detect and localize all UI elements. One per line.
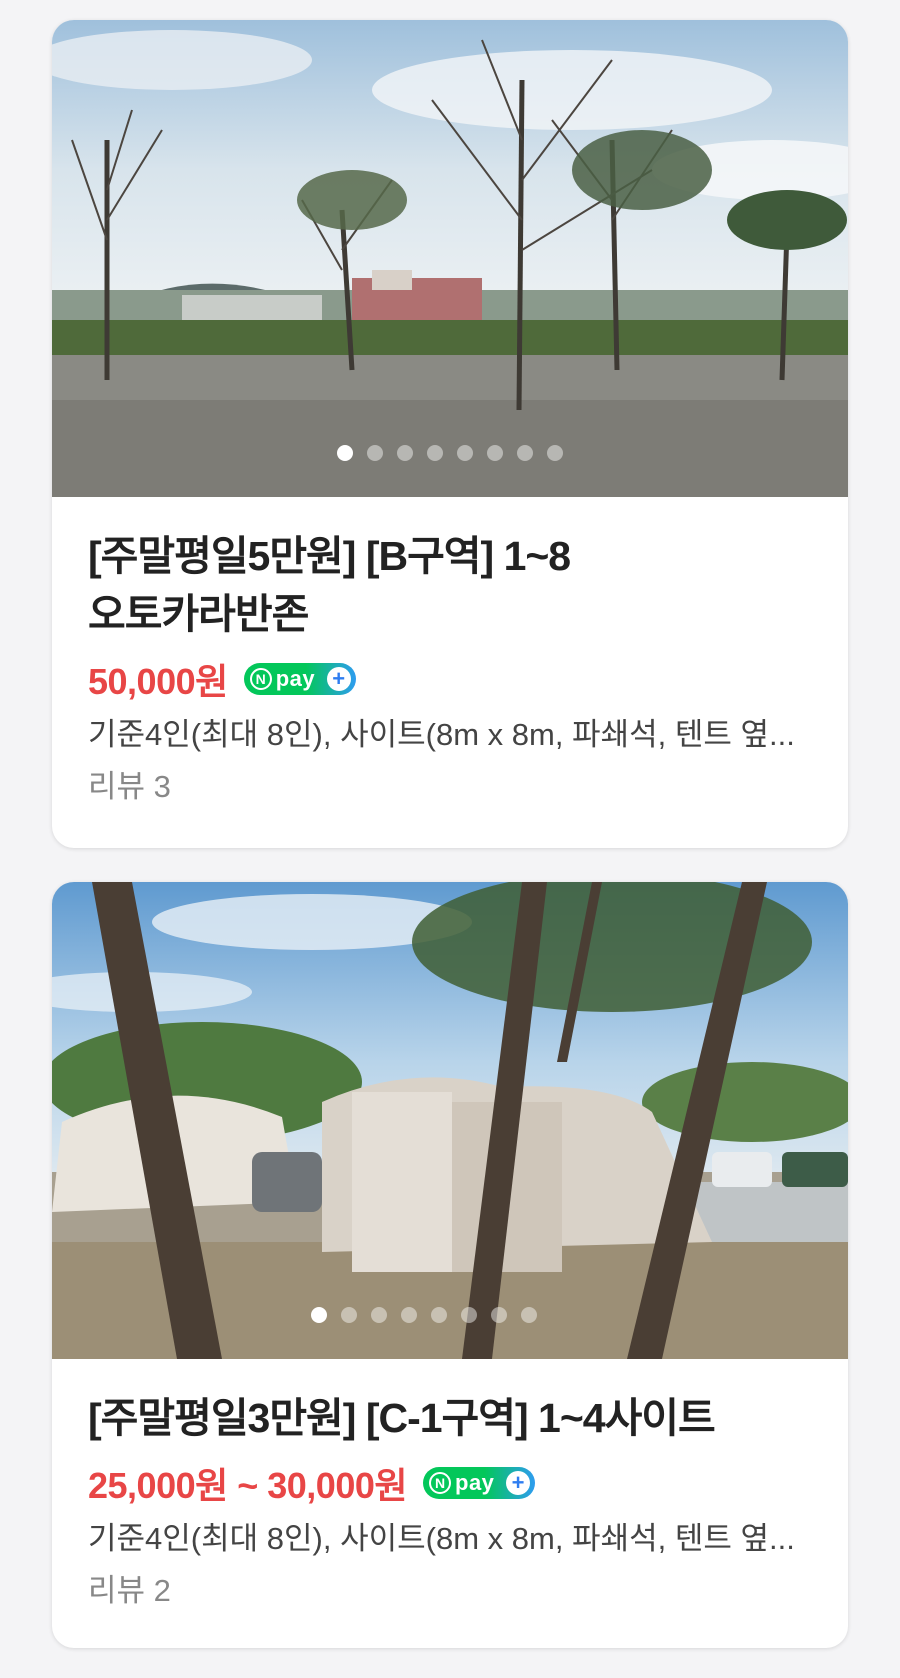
plus-icon: + xyxy=(326,667,351,691)
review-count[interactable]: 리뷰 3 xyxy=(88,765,812,809)
carousel-dot[interactable] xyxy=(491,1307,507,1323)
listing-description: 기준4인(최대 8인), 사이트(8m x 8m, 파쇄석, 텐트 옆... xyxy=(88,1521,795,1556)
plus-icon: + xyxy=(506,1471,530,1495)
carousel-dot[interactable] xyxy=(457,445,473,461)
carousel-dot[interactable] xyxy=(397,445,413,461)
carousel-dot[interactable] xyxy=(401,1307,417,1323)
carousel-dot[interactable] xyxy=(487,445,503,461)
listing-info: [주말평일5만원] [B구역] 1~8 오토카라반존 50,000원 N pay… xyxy=(52,497,848,809)
listing-photo-carousel[interactable] xyxy=(52,20,848,497)
npay-label: pay xyxy=(275,666,316,691)
carousel-dot[interactable] xyxy=(367,445,383,461)
carousel-indicator xyxy=(52,445,848,461)
listing-price: 25,000원 ~ 30,000원 xyxy=(88,1465,408,1506)
listing-title-line: [주말평일3만원] [C-1구역] 1~4사이트 xyxy=(88,1395,716,1441)
carousel-dot[interactable] xyxy=(461,1307,477,1323)
review-count[interactable]: 리뷰 2 xyxy=(88,1569,812,1613)
carousel-dot[interactable] xyxy=(311,1307,327,1323)
carousel-dot[interactable] xyxy=(547,445,563,461)
listing-description: 기준4인(최대 8인), 사이트(8m x 8m, 파쇄석, 텐트 옆... xyxy=(88,717,795,752)
carousel-dot[interactable] xyxy=(371,1307,387,1323)
carousel-dot[interactable] xyxy=(431,1307,447,1323)
listing-title-line: 오토카라반존 xyxy=(88,591,309,637)
price-row: 50,000원 N pay + xyxy=(88,653,812,705)
naver-n-icon: N xyxy=(249,668,272,690)
campsite-photo xyxy=(52,882,848,1359)
carousel-dot[interactable] xyxy=(337,445,353,461)
npay-badge: N pay + xyxy=(423,1467,535,1499)
listing-card[interactable]: [주말평일5만원] [B구역] 1~8 오토카라반존 50,000원 N pay… xyxy=(52,20,848,848)
listing-title-line: [주말평일5만원] [B구역] 1~8 xyxy=(88,533,571,579)
listing-title[interactable]: [주말평일3만원] [C-1구역] 1~4사이트 xyxy=(88,1389,812,1447)
carousel-dot[interactable] xyxy=(517,445,533,461)
carousel-dot[interactable] xyxy=(341,1307,357,1323)
naver-n-icon: N xyxy=(429,1472,451,1494)
npay-label: pay xyxy=(455,1470,495,1495)
listing-title[interactable]: [주말평일5만원] [B구역] 1~8 오토카라반존 xyxy=(88,527,812,643)
campsite-photo xyxy=(52,20,848,497)
listing-price: 50,000원 xyxy=(88,661,228,702)
listing-card[interactable]: [주말평일3만원] [C-1구역] 1~4사이트 25,000원 ~ 30,00… xyxy=(52,882,848,1648)
price-row: 25,000원 ~ 30,000원 N pay + xyxy=(88,1457,812,1509)
carousel-indicator xyxy=(52,1307,822,1323)
carousel-dot[interactable] xyxy=(521,1307,537,1323)
carousel-dot[interactable] xyxy=(427,445,443,461)
listing-photo-carousel[interactable] xyxy=(52,882,848,1359)
npay-badge: N pay + xyxy=(243,663,356,695)
listing-info: [주말평일3만원] [C-1구역] 1~4사이트 25,000원 ~ 30,00… xyxy=(52,1359,848,1613)
